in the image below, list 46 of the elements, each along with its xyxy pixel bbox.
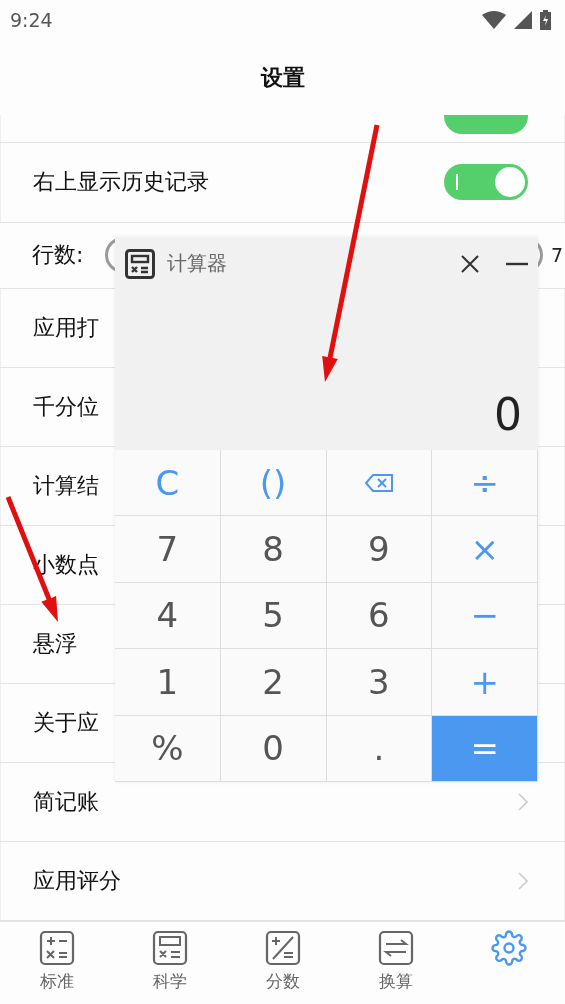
calculator-icon [151, 930, 188, 966]
setting-label: 千分位 [33, 392, 99, 421]
setting-label: 计算结 [33, 471, 99, 500]
display-value: 0 [494, 389, 522, 440]
fraction-icon [264, 930, 301, 966]
chevron-right-icon [518, 792, 528, 811]
wifi-icon [482, 11, 506, 29]
settings-icon [490, 930, 527, 966]
nav-tab[interactable]: 分数 [226, 922, 339, 1004]
signal-icon [514, 11, 532, 29]
setting-label: 悬浮 [33, 629, 77, 658]
setting-label: 应用打 [33, 313, 99, 342]
nav-tab[interactable]: 换算 [339, 922, 452, 1004]
calculator-icon [38, 930, 75, 966]
calculator-key[interactable]: 5 [220, 582, 327, 650]
calculator-key[interactable]: 0 [220, 715, 327, 782]
setting-label: 右上显示历史记录 [33, 168, 209, 197]
toggle-switch[interactable] [444, 164, 528, 201]
chevron-right-icon [518, 871, 528, 890]
calculator-key[interactable]: 3 [326, 649, 433, 716]
status-time: 9:24 [10, 9, 53, 31]
battery-icon [540, 10, 551, 30]
calculator-key[interactable]: 8 [220, 516, 327, 583]
setting-label: 应用评分 [33, 866, 121, 895]
swap-arrows-icon [377, 930, 414, 966]
setting-row[interactable]: 应用评分 [0, 842, 565, 920]
calculator-key[interactable]: . [326, 715, 433, 782]
slider-value: 7 [550, 244, 563, 267]
calculator-key[interactable]: 1 [115, 649, 221, 716]
calculator-key[interactable]: 9 [326, 516, 433, 583]
setting-label: 行数: [32, 241, 84, 270]
page-title: 设置 [260, 63, 305, 92]
calculator-key[interactable]: 4 [115, 582, 221, 650]
calculator-key[interactable]: 7 [115, 516, 221, 583]
backspace-icon [363, 472, 394, 493]
nav-tab[interactable]: 科学 [113, 922, 226, 1004]
window-title: 计算器 [167, 250, 228, 277]
calculator-key[interactable]: 2 [220, 649, 327, 716]
calculator-key[interactable]: % [115, 715, 221, 782]
calculator-icon [125, 248, 155, 279]
close-icon[interactable] [460, 253, 480, 274]
setting-label: 关于应 [33, 708, 99, 737]
nav-tab[interactable]: 标准 [0, 922, 113, 1004]
setting-label: 简记账 [33, 787, 99, 816]
calculator-key[interactable] [326, 450, 433, 517]
calculator-key[interactable]: 6 [326, 582, 433, 650]
